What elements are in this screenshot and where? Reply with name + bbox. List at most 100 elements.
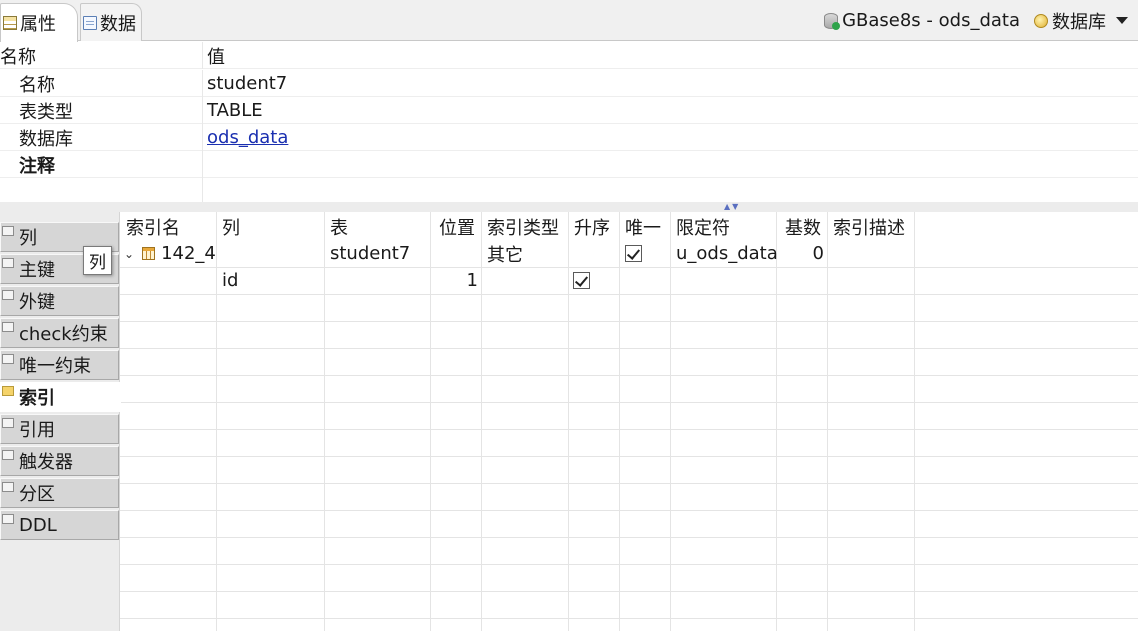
- nav-item-label: check约束: [19, 324, 108, 345]
- property-row-table-type[interactable]: 表类型 TABLE: [0, 97, 1138, 124]
- column-header-index-name[interactable]: 索引名: [126, 213, 180, 240]
- nav-item-label: 触发器: [19, 452, 73, 473]
- column-divider[interactable]: [670, 212, 671, 631]
- row-divider: [120, 321, 1138, 322]
- database-selector-label[interactable]: 数据库: [1052, 8, 1106, 34]
- index-type-cell[interactable]: 其它: [487, 240, 523, 267]
- collapse-arrows-icon[interactable]: ▲▼: [724, 202, 740, 212]
- partition-icon: [2, 482, 14, 492]
- chevron-down-icon[interactable]: ⌄: [124, 247, 134, 261]
- panel-splitter[interactable]: ▲▼: [0, 202, 1138, 212]
- properties-grid: 名称 值 名称 student7 表类型 TABLE 数据库 ods_data …: [0, 41, 1138, 205]
- document-icon: [83, 15, 97, 30]
- column-divider[interactable]: [914, 212, 915, 631]
- properties-name-header: 名称: [0, 42, 203, 69]
- editor-tab-bar: 属性 数据 GBase8s - ods_data 数据库: [0, 0, 1138, 42]
- property-row-comment[interactable]: 注释: [0, 151, 1138, 178]
- document-icon: [2, 514, 14, 524]
- property-database-label: 数据库: [0, 124, 203, 151]
- property-name-label: 名称: [0, 70, 203, 97]
- position-cell[interactable]: 1: [431, 267, 478, 294]
- properties-value-header: 值: [207, 46, 225, 68]
- folder-icon: [2, 258, 14, 268]
- index-table-cell[interactable]: student7: [330, 240, 410, 267]
- row-divider: [120, 267, 1138, 268]
- chevron-down-icon[interactable]: [1116, 17, 1128, 24]
- column-divider[interactable]: [324, 212, 325, 631]
- row-divider: [120, 402, 1138, 403]
- index-name-cell[interactable]: ⌄ 142_4: [124, 240, 216, 267]
- column-divider[interactable]: [619, 212, 620, 631]
- row-divider: [120, 510, 1138, 511]
- column-divider[interactable]: [481, 212, 482, 631]
- nav-item-check-constraint[interactable]: check约束: [0, 318, 119, 348]
- column-header-table[interactable]: 表: [330, 213, 348, 240]
- nav-item-triggers[interactable]: 触发器: [0, 446, 119, 476]
- nav-item-label: DDL: [19, 514, 57, 536]
- property-comment-label: 注释: [0, 151, 203, 178]
- property-name-value: student7: [207, 73, 288, 94]
- property-table-type-label: 表类型: [0, 97, 203, 124]
- folder-open-icon: [2, 386, 14, 396]
- column-header-position[interactable]: 位置: [439, 213, 475, 240]
- database-coins-icon: [1034, 13, 1048, 28]
- column-divider[interactable]: [776, 212, 777, 631]
- property-empty-cell: [0, 178, 203, 205]
- nav-item-foreign-key[interactable]: 外键: [0, 286, 119, 316]
- folder-icon: [2, 226, 14, 236]
- tab-properties[interactable]: 属性: [0, 3, 78, 42]
- column-header-index-type[interactable]: 索引类型: [487, 213, 559, 240]
- nav-item-label: 列: [19, 228, 37, 249]
- index-name: 142_4: [161, 243, 216, 264]
- column-header-qualifier[interactable]: 限定符: [676, 213, 730, 240]
- folder-icon: [2, 290, 14, 300]
- property-row-database[interactable]: 数据库 ods_data: [0, 124, 1138, 151]
- unique-cell[interactable]: [625, 240, 642, 267]
- row-divider: [120, 348, 1138, 349]
- column-divider[interactable]: [216, 212, 217, 631]
- index-icon: [142, 247, 156, 260]
- properties-header-row: 名称 值: [0, 42, 1138, 69]
- nav-item-references[interactable]: 引用: [0, 414, 119, 444]
- ascending-cell[interactable]: [573, 267, 590, 294]
- nav-item-partitions[interactable]: 分区: [0, 478, 119, 508]
- index-column-cell[interactable]: id: [222, 267, 238, 294]
- ascending-checkbox[interactable]: [573, 272, 590, 289]
- nav-item-label: 外键: [19, 292, 55, 313]
- folder-icon: [2, 418, 14, 428]
- nav-item-label: 索引: [19, 388, 55, 409]
- folder-icon: [2, 450, 14, 460]
- database-link[interactable]: ods_data: [207, 124, 288, 151]
- row-divider: [120, 483, 1138, 484]
- nav-item-index[interactable]: 索引: [0, 382, 121, 412]
- row-divider: [120, 537, 1138, 538]
- connection-selector: GBase8s - ods_data 数据库: [824, 0, 1138, 41]
- nav-item-label: 主键: [19, 260, 55, 281]
- tab-data[interactable]: 数据: [80, 3, 142, 41]
- folder-icon: [2, 354, 14, 364]
- column-divider[interactable]: [827, 212, 828, 631]
- unique-checkbox[interactable]: [625, 245, 642, 262]
- column-header-ascending[interactable]: 升序: [574, 213, 610, 240]
- connection-link[interactable]: GBase8s - ods_data: [842, 10, 1020, 31]
- column-header-cardinality[interactable]: 基数: [785, 213, 821, 240]
- row-divider: [120, 618, 1138, 619]
- property-row-empty: [0, 178, 1138, 205]
- column-divider[interactable]: [568, 212, 569, 631]
- tab-properties-label: 属性: [20, 14, 56, 35]
- nav-item-label: 引用: [19, 420, 55, 441]
- index-table: 索引名 列 表 位置 索引类型 升序 唯一 限定符 基数 索引描述 ⌄ 142_…: [120, 212, 1138, 631]
- cardinality-cell[interactable]: 0: [741, 240, 827, 267]
- row-divider: [120, 375, 1138, 376]
- column-header-unique[interactable]: 唯一: [625, 213, 661, 240]
- property-row-name[interactable]: 名称 student7: [0, 70, 1138, 97]
- property-table-type-value: TABLE: [207, 100, 263, 121]
- row-divider: [120, 294, 1138, 295]
- nav-item-unique-constraint[interactable]: 唯一约束: [0, 350, 119, 380]
- folder-icon: [2, 322, 14, 332]
- row-divider: [120, 564, 1138, 565]
- nav-item-ddl[interactable]: DDL: [0, 510, 119, 540]
- column-header-index-description[interactable]: 索引描述: [833, 213, 905, 240]
- row-divider: [120, 591, 1138, 592]
- column-header-column[interactable]: 列: [222, 213, 240, 240]
